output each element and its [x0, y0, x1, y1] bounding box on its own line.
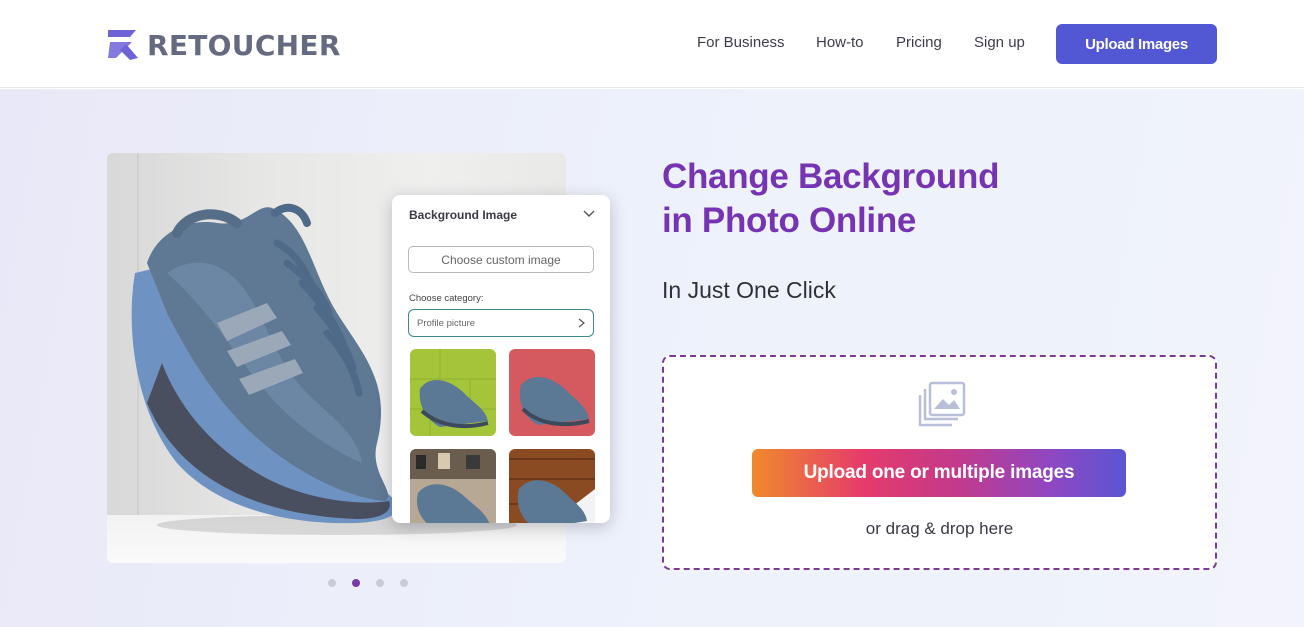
background-thumb-red[interactable] — [509, 349, 595, 436]
choose-custom-image-button[interactable]: Choose custom image — [408, 246, 594, 273]
carousel-dot-active[interactable] — [352, 579, 360, 587]
background-image-panel: Background Image Choose custom image Cho… — [392, 195, 610, 523]
logo[interactable]: RETOUCHER — [106, 28, 341, 62]
nav-pricing[interactable]: Pricing — [896, 34, 942, 51]
page-title: Change Background in Photo Online — [662, 155, 999, 243]
carousel-dot[interactable] — [400, 579, 408, 587]
panel-title: Background Image — [409, 208, 518, 222]
background-thumb-lime[interactable] — [410, 349, 496, 436]
background-thumb-wood[interactable] — [509, 449, 595, 523]
carousel-dot[interactable] — [328, 579, 336, 587]
headline-line-2: in Photo Online — [662, 201, 917, 240]
category-label: Choose category: — [409, 293, 484, 304]
logo-mark-icon — [108, 30, 138, 60]
chevron-down-icon[interactable] — [582, 207, 596, 221]
image-gallery-icon — [918, 381, 966, 427]
hero-section: Background Image Choose custom image Cho… — [0, 89, 1304, 627]
drag-drop-hint: or drag & drop here — [865, 519, 1014, 538]
subheadline: In Just One Click — [662, 277, 836, 303]
upload-dropzone[interactable]: Upload one or multiple images or drag & … — [662, 355, 1217, 570]
upload-images-button[interactable]: Upload Images — [1056, 24, 1217, 64]
site-header: RETOUCHER For Business How-to Pricing Si… — [0, 0, 1304, 88]
background-thumb-store[interactable] — [410, 449, 496, 523]
carousel-dot[interactable] — [376, 579, 384, 587]
chevron-right-icon — [578, 318, 585, 328]
category-value: Profile picture — [417, 318, 476, 329]
logo-text: RETOUCHER — [147, 28, 341, 62]
headline-line-1: Change Background — [662, 157, 1000, 196]
nav-sign-up[interactable]: Sign up — [974, 34, 1025, 51]
nav-for-business[interactable]: For Business — [697, 34, 785, 51]
carousel-dots — [328, 579, 424, 587]
upload-multiple-images-button[interactable]: Upload one or multiple images — [752, 449, 1126, 497]
category-select[interactable]: Profile picture — [408, 309, 594, 337]
nav-how-to[interactable]: How-to — [816, 34, 864, 51]
